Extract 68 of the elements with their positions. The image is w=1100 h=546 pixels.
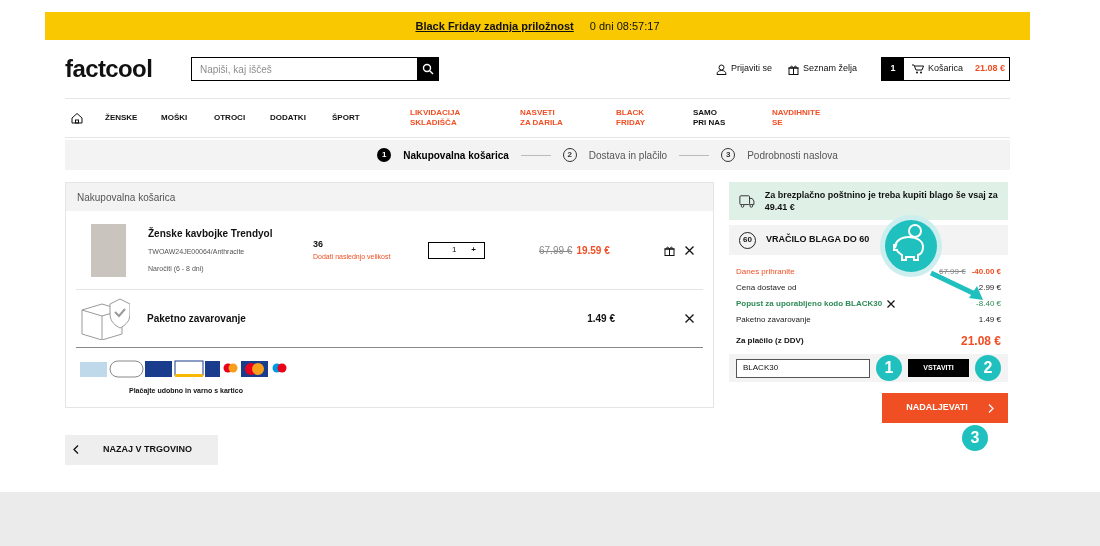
- step-label[interactable]: Nakupovalna košarica: [403, 147, 509, 163]
- product-name: Ženske kavbojke Trendyol: [148, 226, 274, 241]
- summary-label: Paketno zavarovanje: [736, 313, 811, 326]
- search-icon: [422, 63, 434, 75]
- step-marker: 3: [962, 425, 988, 451]
- step-label[interactable]: Dostava in plačilo: [588, 147, 668, 163]
- close-icon[interactable]: [887, 299, 896, 308]
- old-price: 67.99 €: [938, 265, 966, 278]
- size-value: 36: [313, 238, 324, 251]
- logo[interactable]: factcool: [65, 51, 191, 87]
- quantity-field[interactable]: 1 +: [428, 241, 485, 259]
- total-value: 21.08 €: [960, 333, 1001, 350]
- nav-link[interactable]: DODATKI: [270, 113, 332, 123]
- cart-title: Nakupovalna košarica: [66, 183, 713, 211]
- wishlist-link[interactable]: Seznam želja: [802, 62, 857, 76]
- countdown-text: 0 dni 08:57:17: [589, 18, 660, 34]
- back-button[interactable]: NAZAJ V TRGOVINO: [65, 434, 218, 465]
- chevron-right-icon: [987, 403, 994, 413]
- quantity-value: 1: [451, 244, 457, 256]
- cart-label: Košarica: [927, 62, 963, 76]
- summary-value: 2.99 €: [978, 281, 1001, 294]
- return-text: VRAČILO BLAGA DO 60: [766, 233, 870, 247]
- coupon-field[interactable]: BLACK30: [736, 358, 870, 378]
- free-shipping-text: Za brezplačno poštnino je treba kupiti blago še vsaj za 49.41 €: [764, 189, 998, 213]
- gift-icon: [787, 63, 799, 75]
- old-price: 67.99 €: [539, 243, 573, 258]
- user-icon: [715, 63, 727, 75]
- nav-link[interactable]: BLACK FRIDAY: [616, 108, 693, 128]
- summary-value: -8.40 €: [976, 297, 1001, 310]
- insurance-name: Paketno zavarovanje: [147, 312, 246, 326]
- nav-link[interactable]: SAMO PRI NAS: [693, 108, 772, 128]
- chevron-left-icon: [73, 445, 79, 454]
- step-marker: 2: [975, 355, 1001, 381]
- nav-link[interactable]: ŠPORT: [332, 113, 410, 123]
- nav-link[interactable]: NASVETI ZA DARILA: [520, 108, 616, 128]
- plus-button[interactable]: +: [471, 244, 476, 256]
- summary-value: 1.49 €: [978, 313, 1001, 326]
- nav-link[interactable]: ŽENSKE: [105, 113, 161, 123]
- continue-button[interactable]: NADALJEVATI: [882, 393, 1008, 423]
- nav-link[interactable]: MOŠKI: [161, 113, 214, 123]
- insurance-price: 1.49 €: [587, 312, 615, 326]
- search-field[interactable]: Napiši, kaj iščeš: [191, 57, 417, 81]
- photo-placeholder: [91, 223, 126, 277]
- box-shield-icon: [80, 297, 130, 340]
- nav-link[interactable]: NAVDIHNITE SE: [772, 108, 842, 128]
- search-button[interactable]: [417, 57, 439, 81]
- nav-link[interactable]: OTROCI: [214, 113, 270, 123]
- cart-icon: [911, 64, 924, 74]
- cart-button[interactable]: 1 Košarica 21.08 €: [880, 57, 1010, 81]
- truck-icon: [739, 193, 755, 209]
- step-marker: 1: [876, 355, 902, 381]
- cart-count: 1: [881, 58, 904, 80]
- product-price: 19.59 €: [576, 243, 610, 258]
- promo-link[interactable]: Black Friday zadnja priložnost: [415, 17, 574, 35]
- close-icon[interactable]: [685, 314, 694, 323]
- cart-total: 21.08 €: [974, 62, 1005, 76]
- step-number: 1: [377, 148, 392, 162]
- login-link[interactable]: Prijaviti se: [730, 62, 772, 76]
- summary-label: Danes prihranite: [736, 265, 795, 278]
- home-icon[interactable]: [71, 112, 83, 124]
- nav-link[interactable]: LIKVIDACIJA SKLADIŠČA: [410, 108, 520, 128]
- summary-value: -40.00 €: [971, 265, 1001, 278]
- gift-icon[interactable]: [664, 244, 675, 256]
- close-icon[interactable]: [685, 245, 694, 255]
- total-label: Za plačilo (z DDV): [736, 335, 804, 347]
- summary-label: Popust za uporabljeno kodo BLACK30: [736, 297, 883, 310]
- step-label[interactable]: Podrobnosti naslova: [747, 147, 838, 163]
- summary-label: Cena dostave od: [736, 281, 797, 294]
